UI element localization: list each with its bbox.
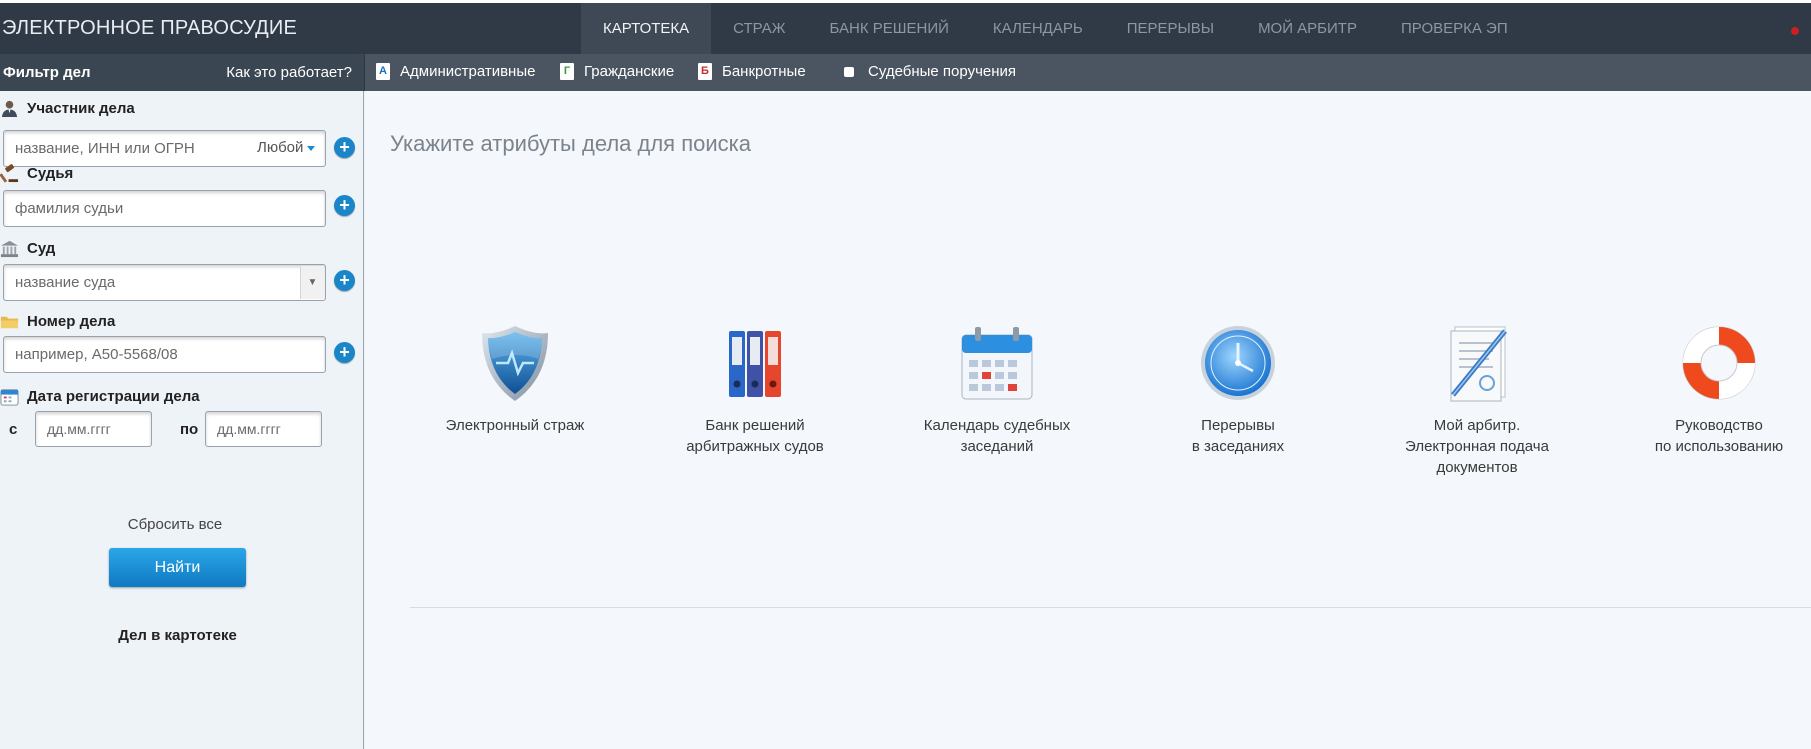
checkbox-icon[interactable] <box>844 66 854 77</box>
top-bar: ЭЛЕКТРОННОЕ ПРАВОСУДИЕ КАРТОТЕКА СТРАЖ Б… <box>0 0 1811 54</box>
folder-icon <box>0 316 19 329</box>
tile-user-guide[interactable]: Руководство по использованию <box>1619 323 1811 457</box>
admin-badge-icon: А <box>376 63 390 80</box>
judge-label: Судья <box>0 164 73 183</box>
date-from-label: с <box>9 421 18 438</box>
case-type-bankruptcy[interactable]: Б Банкротные <box>698 63 806 80</box>
date-to-label: по <box>180 421 199 438</box>
tile-caption: Банк решений арбитражных судов <box>686 417 824 455</box>
divider <box>410 607 1811 608</box>
nav-pereryvy[interactable]: ПЕРЕРЫВЫ <box>1105 3 1236 54</box>
calendar-icon <box>961 327 1033 400</box>
court-dropdown-arrow-icon[interactable]: ▼ <box>300 266 324 299</box>
court-label: Суд <box>0 239 55 258</box>
filter-title: Фильтр дел <box>3 64 91 81</box>
nav-kalendar[interactable]: КАЛЕНДАРЬ <box>971 3 1105 54</box>
date-from-input[interactable] <box>35 411 152 447</box>
tile-court-calendar[interactable]: Календарь судебных заседаний <box>897 323 1097 457</box>
tile-my-arbiter[interactable]: Мой арбитр. Электронная подача документо… <box>1377 323 1577 478</box>
main-content: Укажите атрибуты дела для поиска Электро… <box>365 91 1811 749</box>
tile-decisions-bank[interactable]: Банк решений арбитражных судов <box>655 323 855 457</box>
reg-date-label: Дата регистрации дела <box>0 387 200 406</box>
filter-header: Фильтр дел Как это работает? <box>0 54 364 91</box>
case-type-court-orders[interactable]: Судебные поручения <box>844 63 1016 80</box>
filter-sidebar: Участник дела Любой + Судья + Суд ▼ + <box>0 91 364 749</box>
cases-count-label: Дел в картотеке <box>118 627 237 644</box>
case-number-label: Номер дела <box>0 312 115 331</box>
gavel-icon <box>0 164 19 183</box>
nav-moy-arbitr[interactable]: МОЙ АРБИТР <box>1236 3 1379 54</box>
tile-caption: Электронный страж <box>445 417 585 434</box>
case-type-civil[interactable]: Г Гражданские <box>560 63 674 80</box>
case-type-label: Административные <box>400 63 536 80</box>
case-number-input[interactable] <box>3 336 326 373</box>
nav-strazh[interactable]: СТРАЖ <box>711 3 807 54</box>
courthouse-icon <box>0 240 19 258</box>
add-participant-button[interactable]: + <box>334 137 355 158</box>
case-type-label: Банкротные <box>722 63 806 80</box>
participant-label: Участник дела <box>0 99 135 118</box>
reset-all-link[interactable]: Сбросить все <box>0 516 350 533</box>
civil-badge-icon: Г <box>560 63 574 80</box>
case-type-bar: А Административные Г Гражданские Б Банкр… <box>364 54 1811 91</box>
nav-bank-resheniy[interactable]: БАНК РЕШЕНИЙ <box>808 3 971 54</box>
status-dot-icon <box>1791 27 1799 35</box>
tile-electronic-guard[interactable]: Электронный страж <box>415 323 615 436</box>
how-it-works-link[interactable]: Как это работает? <box>226 64 352 81</box>
clock-icon <box>1201 326 1275 400</box>
lifebuoy-icon <box>1682 326 1756 400</box>
add-court-button[interactable]: + <box>334 270 355 291</box>
nav-kartoteka[interactable]: КАРТОТЕКА <box>581 3 712 54</box>
add-judge-button[interactable]: + <box>334 195 355 216</box>
tile-caption: Мой арбитр. Электронная подача документо… <box>1405 417 1549 476</box>
shield-icon <box>482 326 548 401</box>
tile-caption: Перерывы в заседаниях <box>1191 417 1285 455</box>
participant-role-dropdown[interactable]: Любой <box>257 139 316 156</box>
case-type-label: Гражданские <box>584 63 675 80</box>
brand-logo[interactable]: ЭЛЕКТРОННОЕ ПРАВОСУДИЕ <box>2 17 297 40</box>
page-title: Укажите атрибуты дела для поиска <box>390 131 751 156</box>
nav-proverka-ep[interactable]: ПРОВЕРКА ЭП <box>1379 3 1530 54</box>
judge-input[interactable] <box>3 190 326 227</box>
find-button[interactable]: Найти <box>109 548 246 587</box>
bankruptcy-badge-icon: Б <box>698 63 712 80</box>
add-case-number-button[interactable]: + <box>334 342 355 363</box>
case-type-label: Судебные поручения <box>868 63 1017 80</box>
tile-caption: Календарь судебных заседаний <box>923 417 1071 455</box>
caret-down-icon <box>307 145 316 151</box>
court-select[interactable] <box>3 264 326 301</box>
person-icon <box>1 100 18 118</box>
main-nav: КАРТОТЕКА СТРАЖ БАНК РЕШЕНИЙ КАЛЕНДАРЬ П… <box>581 3 1530 54</box>
calendar-small-icon <box>0 389 19 406</box>
binders-icon <box>729 331 781 397</box>
document-pen-icon <box>1450 326 1507 402</box>
date-to-input[interactable] <box>205 411 322 447</box>
tile-breaks[interactable]: Перерывы в заседаниях <box>1138 323 1338 457</box>
tile-caption: Руководство по использованию <box>1654 417 1784 455</box>
case-type-administrative[interactable]: А Административные <box>376 63 535 80</box>
